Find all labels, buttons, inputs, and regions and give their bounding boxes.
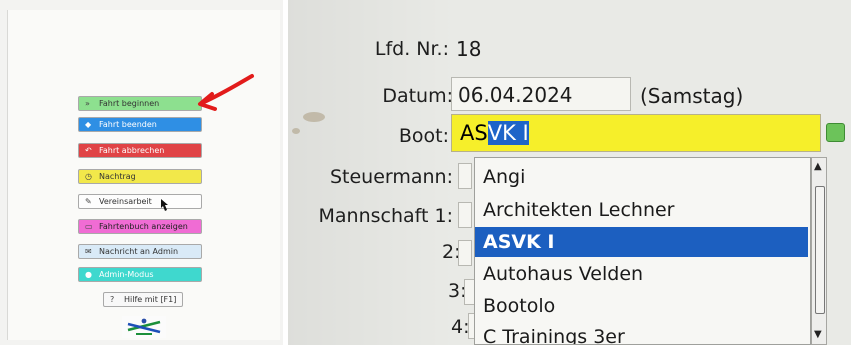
admin-icon: ● — [85, 270, 92, 279]
weekday-label: (Samstag) — [640, 84, 744, 108]
red-arrow-annotation-icon — [198, 74, 254, 111]
fahrt-beenden-button[interactable]: ◆ Fahrt beenden — [78, 117, 202, 132]
clock-icon: ◷ — [85, 172, 92, 181]
boot-label: Boot: — [398, 125, 449, 147]
mannschaft-1-label: Mannschaft 1: — [318, 205, 453, 227]
wrench-icon: ✎ — [85, 197, 92, 206]
efa-trip-form-photo: Lfd. Nr.: 18 Datum: 06.04.2024 (Samstag)… — [288, 0, 851, 345]
fahrtenbuch-anzeigen-button[interactable]: ▭ Fahrtenbuch anzeigen — [78, 219, 202, 234]
list-item[interactable]: Autohaus Velden — [475, 259, 808, 289]
list-item[interactable]: Architekten Lechner — [475, 195, 808, 225]
book-icon: ▭ — [85, 222, 93, 231]
mail-icon: ✉ — [85, 247, 92, 256]
fahrt-abbrechen-button[interactable]: ↶ Fahrt abbrechen — [78, 143, 202, 158]
lfd-nr-value: 18 — [456, 37, 482, 61]
undo-icon: ↶ — [85, 146, 92, 155]
stop-icon: ◆ — [85, 120, 92, 129]
list-item[interactable]: Angi — [475, 162, 808, 192]
nachricht-an-admin-button[interactable]: ✉ Nachricht an Admin — [78, 244, 202, 259]
datum-field[interactable]: 06.04.2024 — [451, 77, 631, 111]
datum-label: Datum: — [382, 85, 453, 107]
scroll-down-icon[interactable]: ▼ — [814, 329, 822, 340]
scroll-up-icon[interactable]: ▲ — [814, 161, 822, 172]
mannschaft-2-field[interactable] — [458, 240, 472, 266]
nachtrag-button[interactable]: ◷ Nachtrag — [78, 169, 202, 184]
efa-main-menu-photo: » Fahrt beginnen ◆ Fahrt beenden ↶ Fahrt… — [0, 0, 283, 345]
efa-logo-icon — [122, 316, 166, 338]
vereinsarbeit-button[interactable]: ✎ Vereinsarbeit — [78, 194, 202, 209]
boot-dropdown-list[interactable]: Angi Architekten Lechner ASVK I Autohaus… — [474, 157, 811, 345]
hilfe-button[interactable]: ? Hilfe mit [F1] — [103, 292, 183, 307]
steuermann-field[interactable] — [458, 163, 472, 189]
boot-input[interactable]: ASVK I — [451, 114, 821, 152]
boot-status-button[interactable] — [826, 123, 845, 142]
mannschaft-1-field[interactable] — [458, 202, 472, 228]
dropdown-scrollbar[interactable]: ▲ ▼ — [811, 157, 827, 345]
play-icon: » — [85, 99, 90, 108]
fahrt-beginnen-button[interactable]: » Fahrt beginnen — [78, 96, 202, 111]
lfd-nr-label: Lfd. Nr.: — [374, 38, 449, 60]
steuermann-label: Steuermann: — [329, 166, 453, 188]
list-item-selected[interactable]: ASVK I — [475, 227, 808, 257]
mannschaft-4-label: 4: — [451, 316, 470, 338]
mouse-cursor-icon — [161, 199, 168, 211]
list-item[interactable]: Bootolo — [475, 291, 808, 321]
list-item[interactable]: C Trainings 3er — [475, 322, 808, 344]
admin-modus-button[interactable]: ● Admin-Modus — [78, 267, 202, 282]
help-icon: ? — [110, 295, 115, 304]
scrollbar-thumb[interactable] — [815, 186, 825, 314]
